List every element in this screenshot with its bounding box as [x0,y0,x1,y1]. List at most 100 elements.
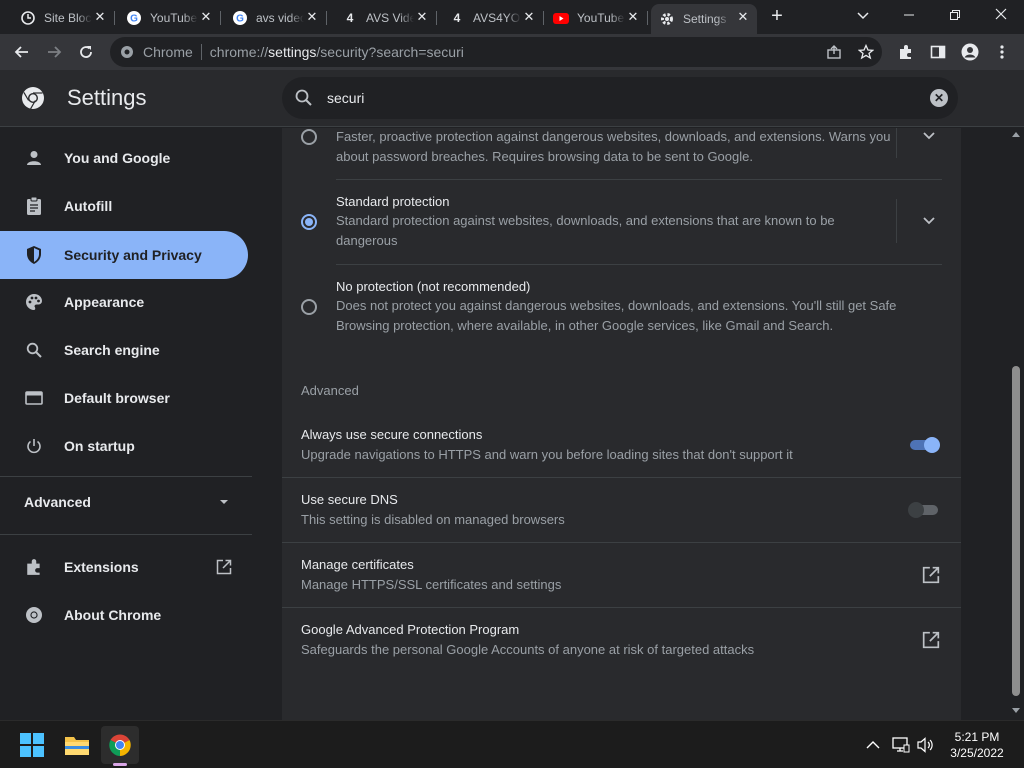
clear-search-icon[interactable]: ✕ [930,89,948,107]
manage-certificates-external-link-icon[interactable] [922,566,940,584]
secure-dns-toggle[interactable] [908,502,942,518]
tab-title: YouTube [577,11,625,25]
sidebar-item-you-and-google[interactable]: You and Google [0,134,248,182]
tab-youtube[interactable]: YouTube ✕ [545,4,648,32]
sidebar-item-search-engine[interactable]: Search engine [0,326,248,374]
side-panel-icon [930,45,946,59]
tab-avs4you[interactable]: 4 AVS4YOU ✕ [441,4,544,32]
chrome-taskbar-button[interactable] [101,726,139,766]
youtube-icon [553,10,569,26]
settings-search-box[interactable]: ✕ [282,77,958,119]
tab-avs-video-search[interactable]: G avs video ✕ [224,4,327,32]
chevron-down-icon [922,217,935,225]
enhanced-protection-radio[interactable] [301,129,317,145]
advanced-protection-external-link-icon[interactable] [922,631,940,649]
page-scrollbar[interactable] [1008,128,1024,720]
side-panel-button[interactable] [924,38,952,66]
network-icon [892,737,910,753]
secure-dns-desc: This setting is disabled on managed brow… [301,512,565,527]
tray-overflow-button[interactable] [863,735,883,755]
volume-status[interactable] [916,735,936,755]
sidebar-item-label: On startup [64,438,135,454]
close-window-button[interactable] [978,0,1024,32]
windows-start-icon [20,733,44,757]
sidebar-item-label: You and Google [64,150,171,166]
sync-icon [20,10,36,26]
browser-toolbar: Chrome chrome://settings/security?search… [0,34,1024,70]
close-tab-icon[interactable]: ✕ [521,9,537,25]
tab-search-button[interactable] [840,0,886,32]
tab-youtube-google[interactable]: G YouTube ✕ [118,4,221,32]
sidebar-item-default-browser[interactable]: Default browser [0,374,248,422]
avs4you-icon: 4 [453,11,461,25]
search-input[interactable] [327,90,930,106]
scroll-up-icon[interactable] [1012,132,1020,137]
sidebar-divider [0,534,252,535]
chevron-down-icon [922,132,935,140]
secure-connections-desc: Upgrade navigations to HTTPS and warn yo… [301,447,793,462]
scrollbar-thumb[interactable] [1012,366,1020,696]
bookmark-star-icon[interactable] [858,44,874,60]
close-tab-icon[interactable]: ✕ [414,9,430,25]
profile-button[interactable] [956,38,984,66]
back-button[interactable] [8,38,36,66]
row-divider [282,607,961,608]
new-tab-button[interactable]: + [766,6,788,28]
sidebar-advanced-toggle[interactable]: Advanced [0,478,248,526]
extensions-button[interactable] [892,38,920,66]
scroll-down-icon[interactable] [1012,708,1020,713]
sidebar-item-extensions[interactable]: Extensions [0,543,248,591]
tab-avs-video[interactable]: 4 AVS Video ✕ [334,4,437,32]
sidebar-item-appearance[interactable]: Appearance [0,278,248,326]
forward-button[interactable] [40,38,68,66]
chevron-up-icon [866,741,880,749]
avs4you-icon: 4 [346,11,354,25]
no-protection-radio[interactable] [301,299,317,315]
option-divider [336,179,942,180]
share-icon[interactable] [826,44,842,60]
reload-button[interactable] [72,38,100,66]
chrome-icon [121,46,133,58]
sidebar-item-security-and-privacy[interactable]: Security and Privacy [0,231,248,279]
menu-button[interactable] [988,38,1016,66]
network-status[interactable] [891,735,911,755]
restore-icon [950,10,960,20]
windows-start-button[interactable] [13,726,51,764]
taskbar-clock[interactable]: 5:21 PM 3/25/2022 [946,729,1008,761]
reload-icon [80,46,92,58]
row-divider [282,477,961,478]
close-tab-icon[interactable]: ✕ [625,9,641,25]
tab-site-blocker[interactable]: Site Blocker ✕ [12,4,115,32]
enhanced-protection-desc: Faster, proactive protection against dan… [336,129,891,164]
secure-connections-toggle[interactable] [908,437,942,453]
sidebar-item-autofill[interactable]: Autofill [0,182,248,230]
standard-protection-title: Standard protection [336,194,450,209]
palette-icon [24,292,44,312]
sidebar-item-label: Autofill [64,198,113,214]
chrome-icon [109,734,131,756]
gear-icon [659,11,675,27]
enhanced-protection-expand-button[interactable] [896,128,960,158]
advanced-protection-program-title: Google Advanced Protection Program [301,622,520,637]
close-tab-icon[interactable]: ✕ [92,9,108,25]
clock-date: 3/25/2022 [950,746,1004,760]
standard-protection-radio[interactable] [301,214,317,230]
address-bar[interactable]: Chrome chrome://settings/security?search… [110,37,882,67]
site-info-chip[interactable]: Chrome [120,44,193,60]
sidebar-item-on-startup[interactable]: On startup [0,422,248,470]
close-tab-icon[interactable]: ✕ [304,9,320,25]
url-text: chrome://settings/security?search=securi [209,44,464,60]
standard-protection-expand-button[interactable] [896,199,960,243]
security-settings-card: Faster, proactive protection against dan… [282,128,961,720]
close-tab-icon[interactable]: ✕ [735,9,751,25]
tab-settings[interactable]: Settings ✕ [651,4,757,34]
file-explorer-button[interactable] [58,726,96,764]
minimize-icon [904,14,914,16]
external-link-icon [216,559,232,575]
restore-button[interactable] [932,0,978,32]
sidebar-item-label: Default browser [64,390,170,406]
minimize-button[interactable] [886,0,932,32]
page-title: Settings [67,85,147,110]
sidebar-item-about-chrome[interactable]: About Chrome [0,591,248,639]
close-tab-icon[interactable]: ✕ [198,9,214,25]
